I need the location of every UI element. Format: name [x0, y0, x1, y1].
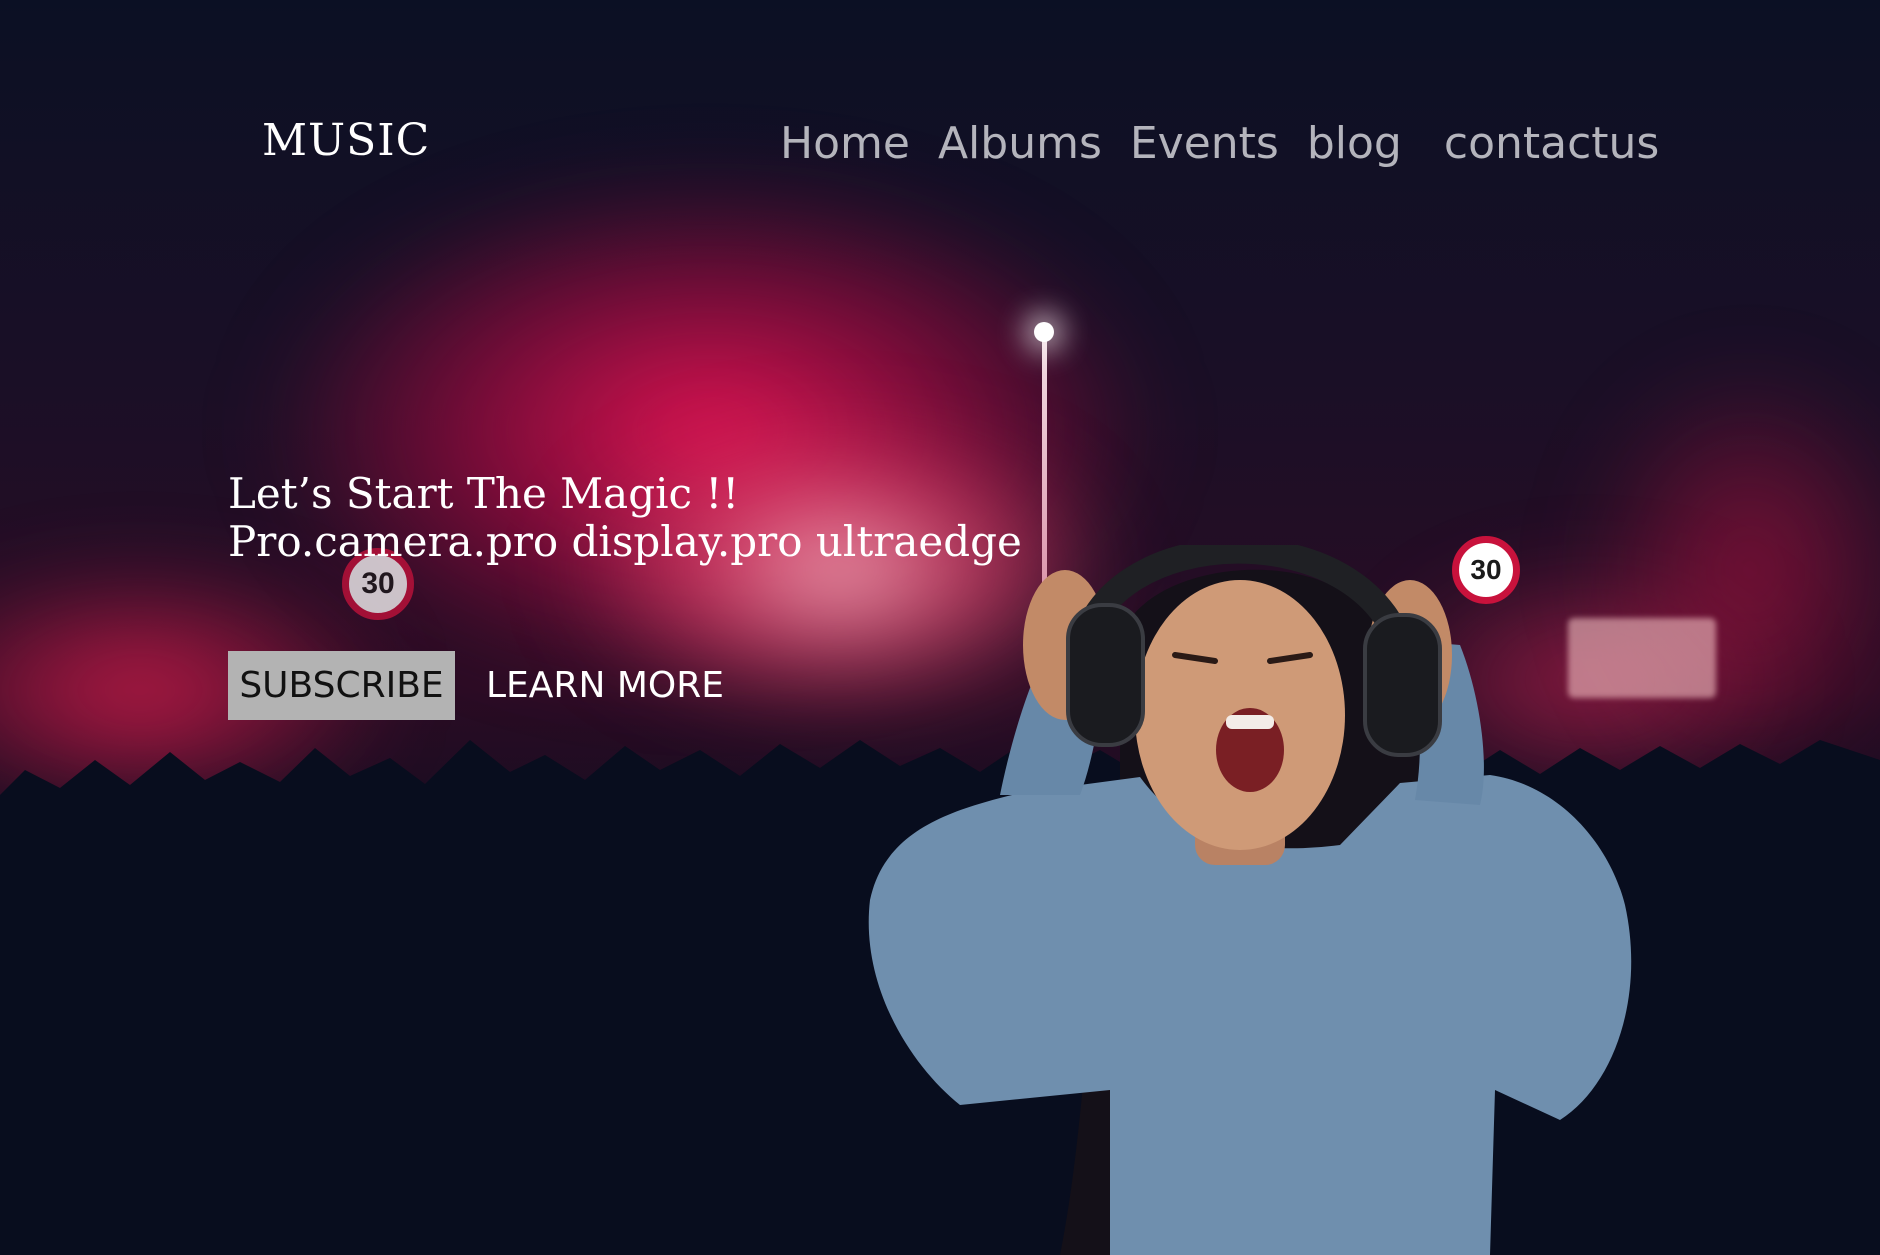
right-ear-cup-shape: [1363, 613, 1442, 757]
teeth-shape: [1226, 715, 1274, 729]
left-ear-cup-shape: [1066, 603, 1145, 747]
hero-headline: Let’s Start The Magic !!: [228, 469, 740, 518]
nav-link-home[interactable]: Home: [780, 112, 910, 176]
nav-link-blog[interactable]: blog: [1307, 112, 1402, 176]
nav-link-contactus[interactable]: contactus: [1444, 112, 1659, 176]
landing-page: 30 30 MUSIC Home Albums Events blog cont…: [0, 0, 1880, 1255]
nav-link-events[interactable]: Events: [1130, 112, 1279, 176]
subscribe-button[interactable]: SUBSCRIBE: [228, 651, 455, 720]
woman-with-headphones-image: [868, 545, 1632, 1255]
site-logo[interactable]: MUSIC: [262, 115, 430, 166]
nav-link-albums[interactable]: Albums: [938, 112, 1102, 176]
learn-more-link[interactable]: LEARN MORE: [486, 651, 724, 720]
main-nav: Home Albums Events blog contactus: [780, 112, 1659, 176]
street-lamp-light: [1034, 322, 1054, 342]
